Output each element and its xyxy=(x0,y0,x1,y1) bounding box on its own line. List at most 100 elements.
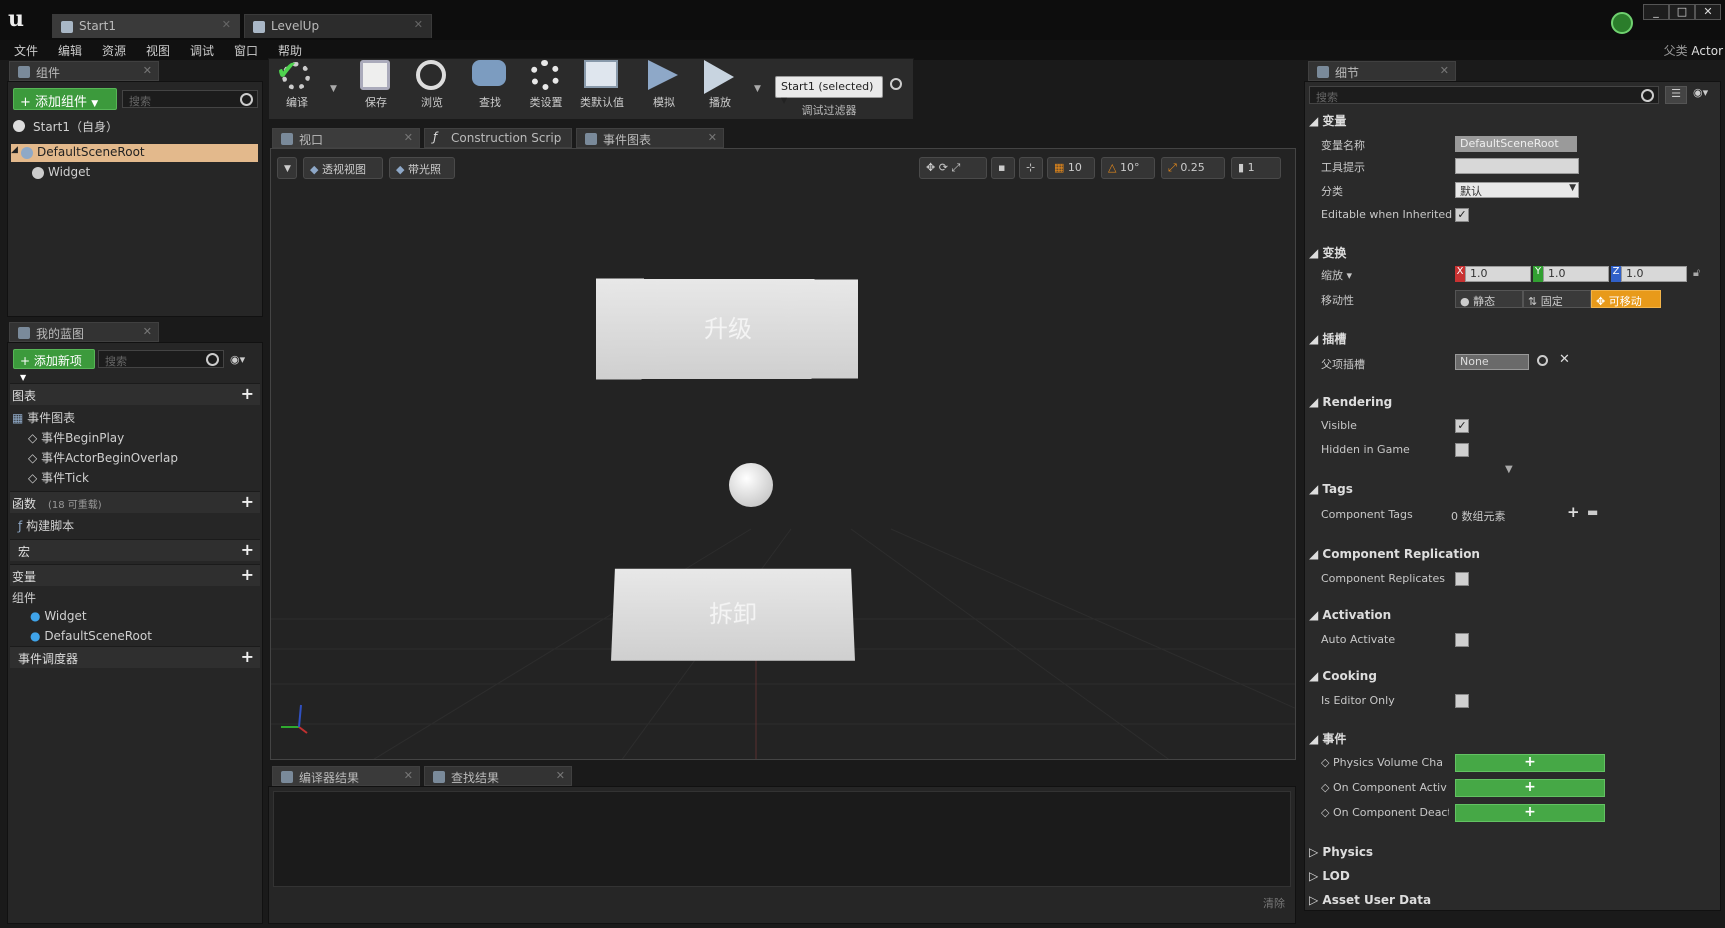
mobility-stationary-button[interactable]: ⇅ 固定 xyxy=(1523,290,1591,308)
scale-icon[interactable]: ⤢ xyxy=(951,161,960,174)
rendering-section-header[interactable]: ◢ Rendering xyxy=(1309,395,1392,409)
add-new-button[interactable]: + 添加新项 ▼ xyxy=(13,349,95,382)
chevron-down-icon[interactable]: ▼ xyxy=(330,84,337,94)
my-blueprint-tab[interactable]: 我的蓝图 ✕ xyxy=(9,322,159,342)
events-section-header[interactable]: ◢ 事件 xyxy=(1309,730,1346,747)
save-button[interactable]: 保存 xyxy=(348,58,404,110)
chevron-down-icon[interactable]: ▼ xyxy=(754,84,761,94)
list-view-icon[interactable]: ☰ xyxy=(1665,86,1687,104)
tooltip-field[interactable] xyxy=(1455,158,1579,174)
class-defaults-button[interactable]: 类默认值 xyxy=(574,58,630,110)
list-item-selected[interactable]: ◢ DefaultSceneRoot xyxy=(11,144,258,162)
widget-upgrade[interactable]: 升级 xyxy=(596,278,858,380)
close-icon[interactable]: ✕ xyxy=(414,18,423,31)
list-item[interactable]: Start1（自身） xyxy=(13,117,258,135)
camera-speed-button[interactable]: ▮ 1 xyxy=(1231,157,1281,179)
variable-item[interactable]: ● Widget xyxy=(30,609,87,623)
transform-section-header[interactable]: ◢ 变换 xyxy=(1309,244,1346,261)
menu-asset[interactable]: 资源 xyxy=(102,42,126,59)
scale-y-field[interactable]: 1.0 xyxy=(1543,266,1609,282)
scene-root-sphere[interactable] xyxy=(729,463,773,507)
add-event-button[interactable]: + xyxy=(1455,804,1605,822)
add-dispatcher-icon[interactable]: + xyxy=(241,647,254,666)
event-item[interactable]: ◇ 事件Tick xyxy=(28,469,89,486)
cooking-section-header[interactable]: ◢ Cooking xyxy=(1309,669,1377,683)
clear-icon[interactable]: ✕ xyxy=(1559,352,1570,367)
close-window-button[interactable]: ✕ xyxy=(1695,4,1721,20)
components-group[interactable]: 组件 xyxy=(12,589,36,606)
menu-debug[interactable]: 调试 xyxy=(190,42,214,59)
tab-compiler-results[interactable]: 编译器结果 ✕ xyxy=(272,766,420,786)
menu-window[interactable]: 窗口 xyxy=(234,42,258,59)
move-icon[interactable]: ✥ xyxy=(926,161,935,174)
widget-dismantle[interactable]: 拆卸 xyxy=(611,568,855,661)
add-graph-icon[interactable]: + xyxy=(241,384,254,403)
compile-button[interactable]: ✔ 编译 xyxy=(268,56,326,110)
scale-snap-button[interactable]: ⤢ 0.25 xyxy=(1161,157,1225,179)
lod-section-header[interactable]: ▷ LOD xyxy=(1309,869,1350,883)
editable-when-inherited-checkbox[interactable]: ✓ xyxy=(1455,208,1469,222)
details-tab[interactable]: 细节 ✕ xyxy=(1308,61,1456,81)
close-icon[interactable]: ✕ xyxy=(143,64,152,77)
macros-section[interactable]: 宏 + xyxy=(10,539,260,561)
scale-x-field[interactable]: 1.0 xyxy=(1465,266,1531,282)
physics-section-header[interactable]: ▷ Physics xyxy=(1309,845,1373,859)
rotation-snap-button[interactable]: △ 10° xyxy=(1101,157,1155,179)
close-icon[interactable]: ✕ xyxy=(1440,64,1449,77)
debug-object-select[interactable]: Start1 (selected) ▼ xyxy=(775,76,883,105)
mobility-static-button[interactable]: ● 静态 xyxy=(1455,290,1523,308)
components-tab[interactable]: 组件 ✕ xyxy=(9,61,159,81)
visible-checkbox[interactable]: ✓ xyxy=(1455,419,1469,433)
lighting-button[interactable]: ◆ 带光照 xyxy=(389,157,455,179)
grid-snap-button[interactable]: ▦ 10 xyxy=(1047,157,1095,179)
class-settings-button[interactable]: 类设置 xyxy=(518,58,574,110)
clear-button[interactable]: 清除 xyxy=(1263,895,1285,911)
add-macro-icon[interactable]: + xyxy=(241,540,254,559)
category-select[interactable]: 默认 ▼ xyxy=(1455,182,1579,198)
tab-find-results[interactable]: 查找结果 ✕ xyxy=(424,766,572,786)
viewport-options-button[interactable]: ▼ xyxy=(277,157,297,179)
details-search-input[interactable]: 搜索 xyxy=(1309,86,1659,104)
variable-item[interactable]: ● DefaultSceneRoot xyxy=(30,629,152,643)
tab-viewport[interactable]: 视口 ✕ xyxy=(272,128,420,148)
rotate-icon[interactable]: ⟳ xyxy=(939,161,948,174)
add-component-button[interactable]: + 添加组件 ▼ xyxy=(13,88,117,110)
tab-levelup[interactable]: LevelUp ✕ xyxy=(244,14,432,38)
variable-section-header[interactable]: ◢ 变量 xyxy=(1309,112,1346,129)
activation-section-header[interactable]: ◢ Activation xyxy=(1309,608,1391,622)
is-editor-only-checkbox[interactable] xyxy=(1455,694,1469,708)
eye-icon[interactable]: ◉▾ xyxy=(230,353,245,366)
blueprint-search-input[interactable]: 搜索 xyxy=(98,350,224,368)
variables-section[interactable]: 变量 + xyxy=(10,564,260,586)
component-replicates-checkbox[interactable] xyxy=(1455,572,1469,586)
menu-file[interactable]: 文件 xyxy=(14,42,38,59)
advanced-expand-icon[interactable]: ▼ xyxy=(1505,464,1513,475)
source-control-icon[interactable] xyxy=(1611,12,1633,34)
event-graph-item[interactable]: ▦ 事件图表 xyxy=(12,409,75,426)
play-button[interactable]: 播放 xyxy=(692,58,748,110)
replication-section-header[interactable]: ◢ Component Replication xyxy=(1309,547,1480,561)
search-icon[interactable] xyxy=(890,78,902,90)
hidden-in-game-checkbox[interactable] xyxy=(1455,443,1469,457)
expand-arrow-icon[interactable]: ◢ xyxy=(11,145,18,155)
auto-activate-checkbox[interactable] xyxy=(1455,633,1469,647)
tab-event-graph[interactable]: 事件图表 ✕ xyxy=(576,128,724,148)
add-event-button[interactable]: + xyxy=(1455,754,1605,772)
compiler-output[interactable] xyxy=(273,791,1291,887)
menu-edit[interactable]: 编辑 xyxy=(58,42,82,59)
scale-z-field[interactable]: 1.0 xyxy=(1621,266,1687,282)
graphs-section[interactable]: 图表 + xyxy=(10,383,260,405)
add-tag-icon[interactable]: + xyxy=(1567,503,1580,521)
add-variable-icon[interactable]: + xyxy=(241,565,254,584)
construction-script-item[interactable]: ƒ 构建脚本 xyxy=(18,517,74,534)
tab-construction-script[interactable]: ƒ Construction Scrip xyxy=(424,128,572,148)
event-item[interactable]: ◇ 事件ActorBeginOverlap xyxy=(28,449,178,466)
dispatchers-section[interactable]: 事件调度器 + xyxy=(10,646,260,668)
close-icon[interactable]: ✕ xyxy=(404,769,413,782)
tags-section-header[interactable]: ◢ Tags xyxy=(1309,482,1353,496)
event-item[interactable]: ◇ 事件BeginPlay xyxy=(28,429,124,446)
surface-snap-button[interactable]: ⊹ xyxy=(1019,157,1043,179)
variable-name-field[interactable]: DefaultSceneRoot xyxy=(1455,136,1577,152)
lock-icon[interactable]: 🔓︎ xyxy=(1693,266,1700,280)
close-icon[interactable]: ✕ xyxy=(143,325,152,338)
